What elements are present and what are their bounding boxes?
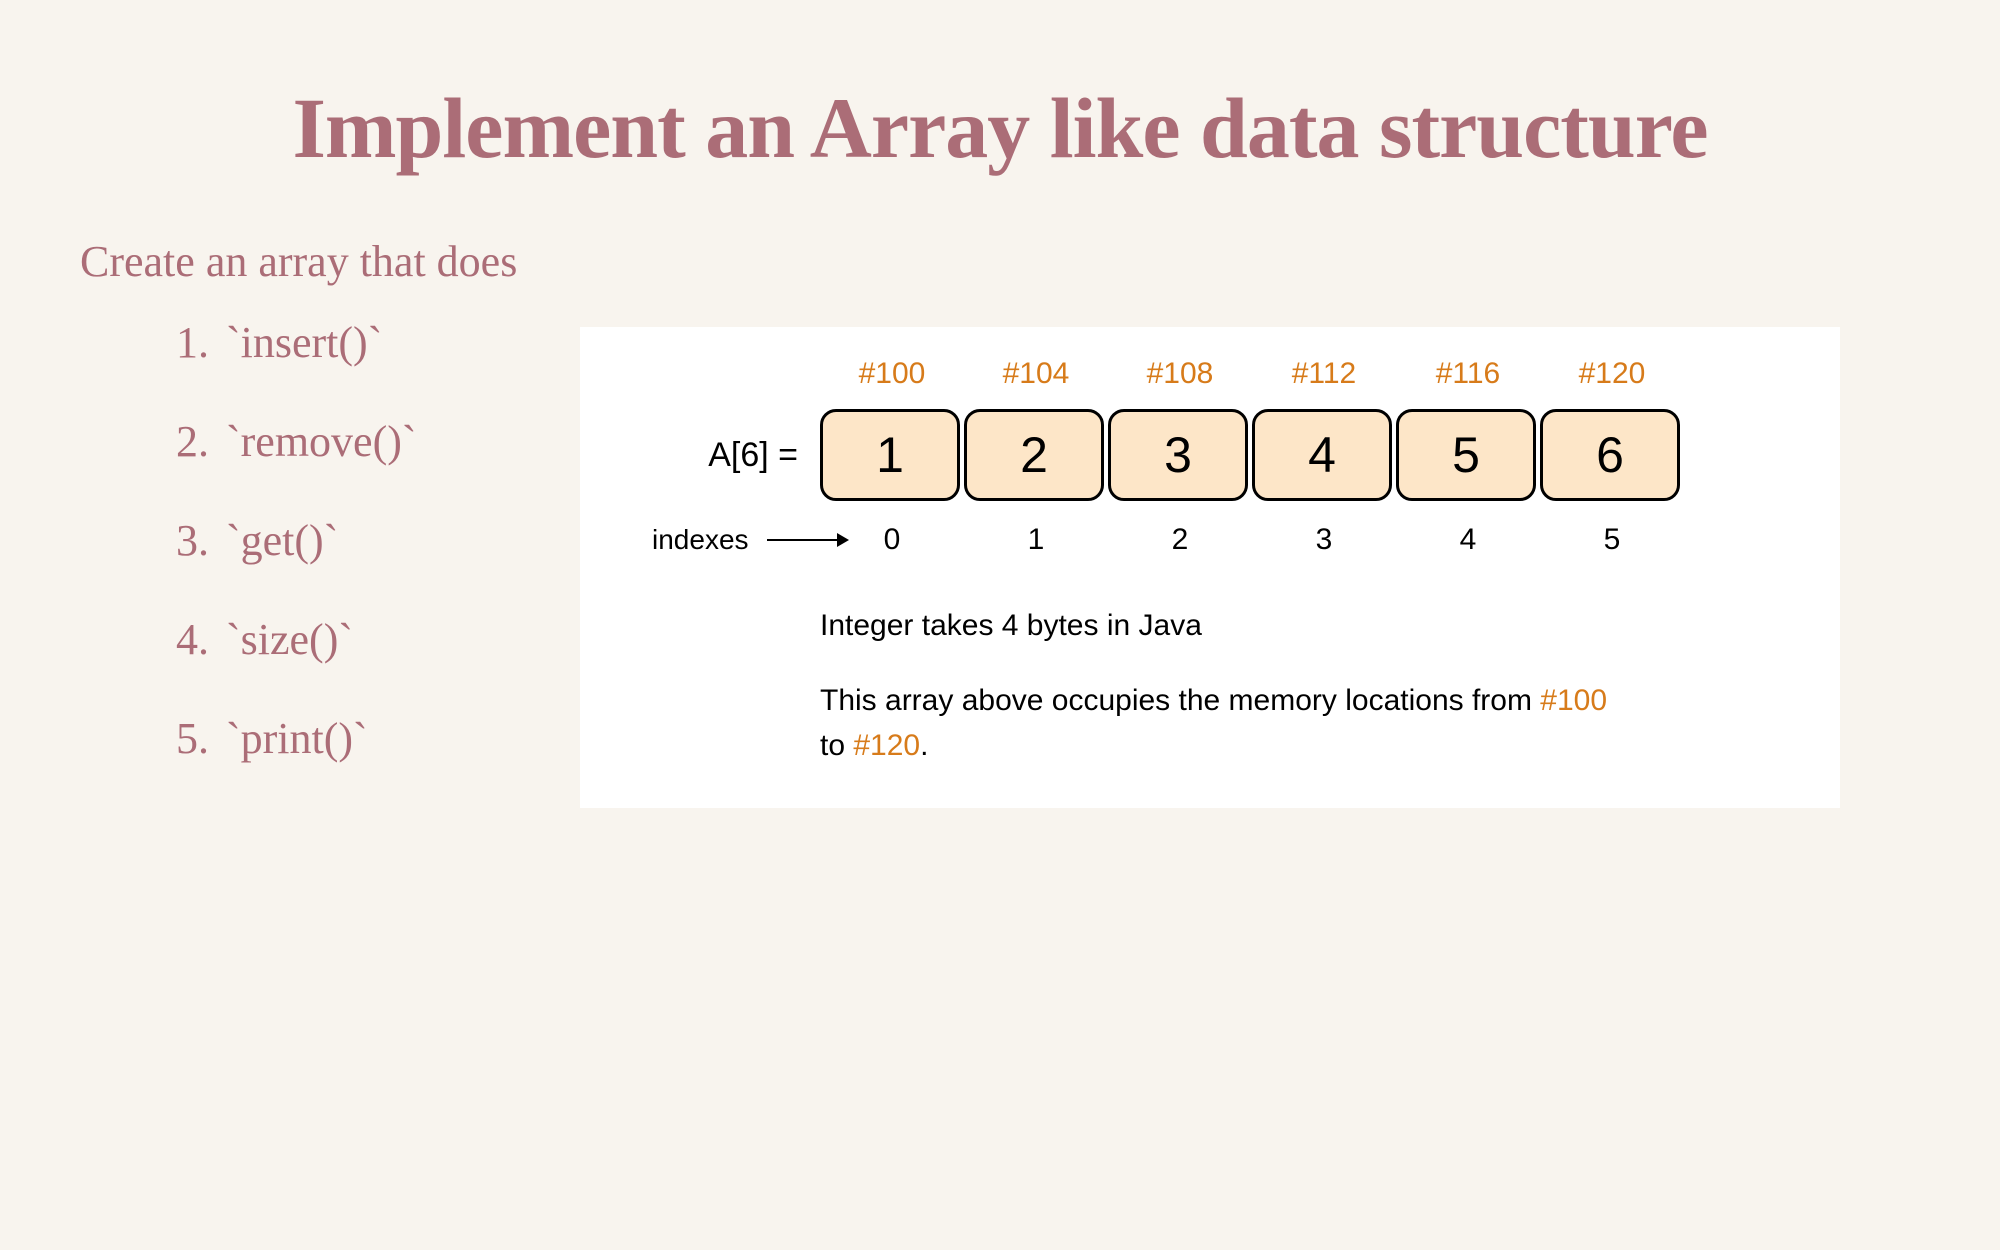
indexes-label: indexes: [630, 524, 820, 556]
index-row: indexes 0 1 2 3 4 5: [630, 523, 1790, 557]
index-value: 1: [964, 523, 1108, 557]
note-integer-bytes: Integer takes 4 bytes in Java: [820, 603, 1790, 648]
index-value: 4: [1396, 523, 1540, 557]
memory-from: #100: [1540, 684, 1607, 717]
index-value: 5: [1540, 523, 1684, 557]
arrow-right-icon: [767, 539, 847, 541]
memory-address: #108: [1108, 357, 1252, 391]
index-value: 3: [1252, 523, 1396, 557]
cells-row: A[6] = 1 2 3 4 5 6: [630, 409, 1790, 501]
list-item: `print()`: [220, 713, 560, 764]
array-cell: 4: [1252, 409, 1392, 501]
subtitle: Create an array that does: [80, 236, 2000, 287]
list-item: `get()`: [220, 515, 560, 566]
list-item: `insert()`: [220, 317, 560, 368]
array-cell: 2: [964, 409, 1104, 501]
note-text: This array above occupies the memory loc…: [820, 684, 1540, 717]
memory-address: #100: [820, 357, 964, 391]
memory-address: #104: [964, 357, 1108, 391]
array-cell: 6: [1540, 409, 1680, 501]
array-cell: 1: [820, 409, 960, 501]
address-row: #100 #104 #108 #112 #116 #120: [820, 357, 1790, 391]
array-label: A[6] =: [630, 436, 820, 475]
array-diagram: #100 #104 #108 #112 #116 #120 A[6] = 1 2…: [580, 327, 1840, 808]
memory-address: #112: [1252, 357, 1396, 391]
content-row: `insert()` `remove()` `get()` `size()` `…: [0, 317, 2000, 812]
note-text: to: [820, 729, 853, 762]
list-item: `size()`: [220, 614, 560, 665]
memory-address: #116: [1396, 357, 1540, 391]
memory-address: #120: [1540, 357, 1684, 391]
list-item: `remove()`: [220, 416, 560, 467]
indexes-label-text: indexes: [652, 524, 749, 556]
note-memory-locations: This array above occupies the memory loc…: [820, 678, 1640, 768]
index-value: 2: [1108, 523, 1252, 557]
array-cell: 5: [1396, 409, 1536, 501]
operations-list: `insert()` `remove()` `get()` `size()` `…: [220, 317, 560, 812]
page-title: Implement an Array like data structure: [0, 0, 2000, 186]
memory-to: #120: [853, 729, 920, 762]
array-cell: 3: [1108, 409, 1248, 501]
note-text: .: [920, 729, 928, 762]
